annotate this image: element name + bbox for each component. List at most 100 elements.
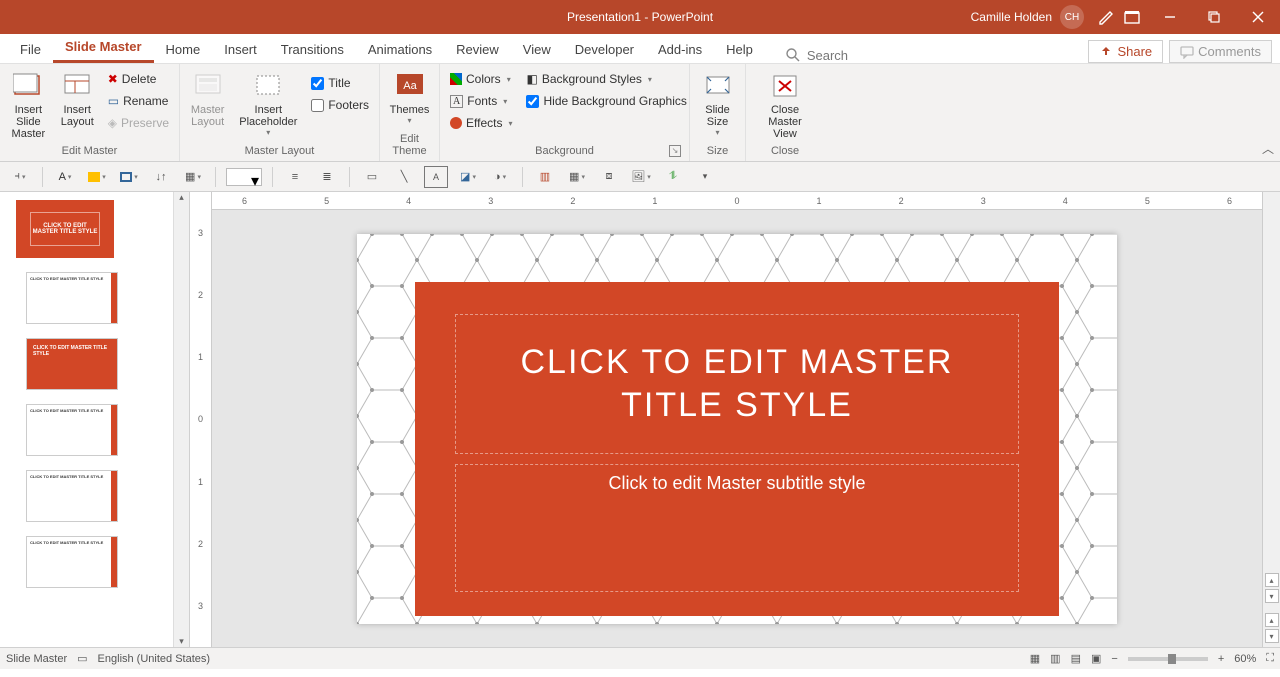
status-language[interactable]: English (United States) (98, 653, 211, 665)
group-label-master-layout: Master Layout (186, 145, 373, 159)
thumbnail-scrollbar[interactable]: ▴ ▾ (173, 192, 189, 647)
rename-button[interactable]: ▭Rename (104, 92, 173, 110)
background-styles-dropdown[interactable]: ◧Background Styles▾ (522, 70, 690, 88)
reading-view-button[interactable]: ▤ (1071, 652, 1081, 665)
selection-pane-button[interactable]: ⥮ (661, 166, 685, 188)
picture-button[interactable]: 🖼▾ (629, 166, 653, 188)
next-slide-button[interactable]: ▾ (1265, 629, 1279, 643)
share-label: Share (1117, 44, 1152, 59)
previous-slide-button[interactable]: ▴ (1265, 613, 1279, 627)
current-color-well[interactable]: ▾ (226, 168, 262, 186)
zoom-slider[interactable] (1128, 657, 1208, 661)
tell-me-search[interactable]: Search (785, 47, 848, 63)
layout-thumb-5[interactable]: CLICK TO EDIT MASTER TITLE STYLE (26, 536, 118, 588)
fonts-dropdown[interactable]: AFonts▾ (446, 92, 516, 110)
tab-animations[interactable]: Animations (356, 36, 444, 63)
tab-home[interactable]: Home (154, 36, 213, 63)
merge-shapes-button[interactable]: ◑▾ (488, 166, 512, 188)
slide-sorter-button[interactable]: ▥ (1050, 652, 1060, 665)
vertical-scrollbar[interactable]: ▴ ▾ ▴ ▾ (1262, 192, 1280, 647)
crop-button[interactable]: ⧈ (597, 166, 621, 188)
share-button[interactable]: Share (1088, 40, 1163, 63)
insert-layout-button[interactable]: Insert Layout (57, 68, 98, 130)
more-commands-button[interactable]: ▾ (693, 166, 717, 188)
ruler-tick: 3 (198, 228, 203, 238)
layout-thumb-2[interactable]: CLICK TO EDIT MASTER TITLE STYLE (26, 338, 118, 390)
table-button[interactable]: ▦▾ (565, 166, 589, 188)
title-checkbox[interactable]: Title (307, 74, 373, 92)
tab-transitions[interactable]: Transitions (269, 36, 356, 63)
shapes-gallery-button[interactable]: ◪▾ (456, 166, 480, 188)
tab-addins[interactable]: Add-ins (646, 36, 714, 63)
close-button[interactable] (1236, 0, 1280, 34)
effects-dropdown[interactable]: Effects▾ (446, 114, 516, 132)
arrange-button[interactable]: ▦▾ (181, 166, 205, 188)
delete-label: Delete (122, 72, 157, 86)
tab-view[interactable]: View (511, 36, 563, 63)
master-slide-thumb[interactable]: CLICK TO EDIT MASTER TITLE STYLE (16, 200, 114, 258)
shape-fill-button[interactable]: ▾ (85, 166, 109, 188)
slide-thumbnail-panel: CLICK TO EDIT MASTER TITLE STYLE CLICK T… (0, 192, 190, 647)
hide-bg-checkbox[interactable]: Hide Background Graphics (522, 92, 690, 110)
drawing-mode-icon[interactable] (1098, 8, 1116, 26)
tab-review[interactable]: Review (444, 36, 511, 63)
shape-outline-button[interactable]: ▾ (117, 166, 141, 188)
align-objects-button[interactable]: ⫞▾ (8, 166, 32, 188)
rectangle-shape-button[interactable]: ▭ (360, 166, 384, 188)
comments-button[interactable]: Comments (1169, 40, 1272, 63)
text-box-button[interactable]: A (424, 166, 448, 188)
document-title: Presentation1 - PowerPoint (567, 10, 713, 24)
slide-canvas[interactable]: Click to edit Master title style Click t… (357, 234, 1117, 624)
slideshow-button[interactable]: ▣ (1091, 652, 1101, 665)
master-title-placeholder[interactable]: Click to edit Master title style (455, 314, 1019, 454)
zoom-out-button[interactable]: − (1111, 653, 1117, 665)
insert-placeholder-button[interactable]: Insert Placeholder ▾ (235, 68, 301, 139)
tab-help[interactable]: Help (714, 36, 765, 63)
layout-thumb-3[interactable]: CLICK TO EDIT MASTER TITLE STYLE (26, 404, 118, 456)
zoom-level[interactable]: 60% (1234, 653, 1256, 665)
tab-slide-master[interactable]: Slide Master (53, 33, 154, 63)
scroll-up-button[interactable]: ▴ (1265, 573, 1279, 587)
layout-thumb-4[interactable]: CLICK TO EDIT MASTER TITLE STYLE (26, 470, 118, 522)
delete-button[interactable]: ✖Delete (104, 70, 173, 88)
title-bar: Presentation1 - PowerPoint Camille Holde… (0, 0, 1280, 34)
insert-slide-master-button[interactable]: Insert Slide Master (6, 68, 51, 142)
footers-checkbox[interactable]: Footers (307, 96, 373, 114)
maximize-button[interactable] (1192, 0, 1236, 34)
themes-button[interactable]: Aa Themes ▾ (386, 68, 434, 127)
ruler-tick: 5 (324, 196, 329, 206)
font-color-button[interactable]: A▾ (53, 166, 77, 188)
tab-developer[interactable]: Developer (563, 36, 646, 63)
group-label-edit-theme: Edit Theme (386, 133, 433, 159)
zoom-in-button[interactable]: + (1218, 653, 1224, 665)
fit-to-window-button[interactable]: ⛶ (1266, 652, 1274, 665)
effects-label: Effects (466, 116, 502, 130)
ribbon-display-options-icon[interactable] (1124, 10, 1140, 24)
master-subtitle-placeholder[interactable]: Click to edit Master subtitle style (455, 464, 1019, 592)
chart-button[interactable]: ▥ (533, 166, 557, 188)
tab-file[interactable]: File (8, 36, 53, 63)
ribbon-tabs: File Slide Master Home Insert Transition… (0, 34, 1280, 64)
scroll-up-icon[interactable]: ▴ (179, 192, 184, 203)
collapse-ribbon-button[interactable]: ︿ (1262, 140, 1274, 157)
group-label-close: Close (752, 145, 818, 159)
close-master-view-button[interactable]: Close Master View (752, 68, 818, 142)
close-master-label: Close Master View (756, 104, 814, 140)
scroll-down-button[interactable]: ▾ (1265, 589, 1279, 603)
colors-dropdown[interactable]: Colors▾ (446, 70, 516, 88)
slide-size-button[interactable]: Slide Size ▾ (696, 68, 739, 139)
align-left-button[interactable]: ≡ (283, 166, 307, 188)
scroll-down-icon[interactable]: ▾ (179, 636, 184, 647)
sort-button[interactable]: ↓↑ (149, 166, 173, 188)
background-dialog-launcher[interactable]: ↘ (669, 145, 681, 157)
user-avatar[interactable]: CH (1060, 5, 1084, 29)
layout-thumb-1[interactable]: CLICK TO EDIT MASTER TITLE STYLE (26, 272, 118, 324)
chevron-down-icon: ▾ (503, 97, 507, 106)
normal-view-button[interactable]: ▦ (1030, 652, 1040, 665)
minimize-button[interactable] (1148, 0, 1192, 34)
ruler-tick: 3 (981, 196, 986, 206)
tab-insert[interactable]: Insert (212, 36, 269, 63)
line-shape-button[interactable]: ╲ (392, 166, 416, 188)
align-center-button[interactable]: ≣ (315, 166, 339, 188)
accessibility-icon[interactable]: ▭ (77, 652, 87, 665)
